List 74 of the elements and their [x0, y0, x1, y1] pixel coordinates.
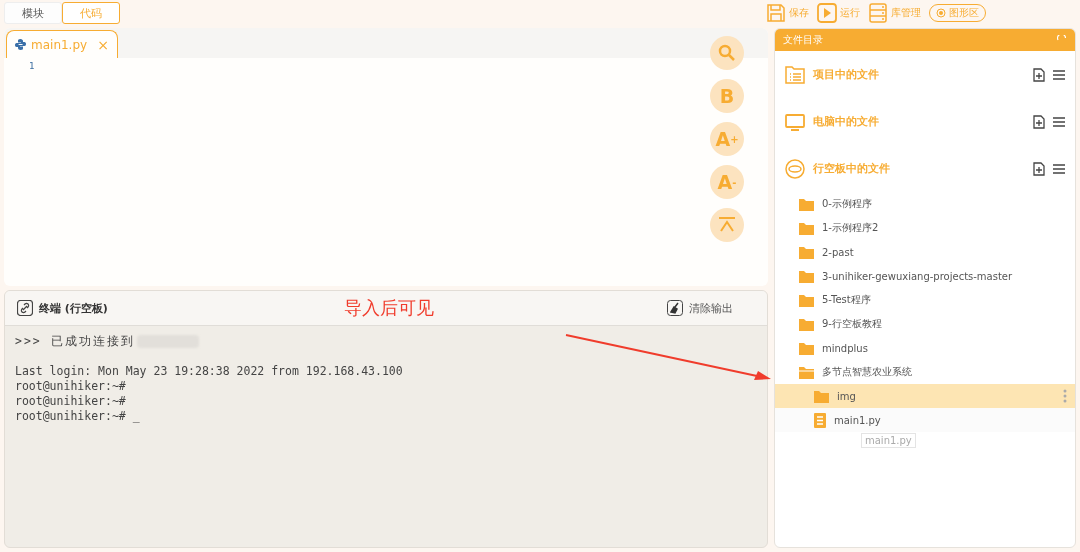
folder-icon — [799, 197, 814, 211]
open-folder-icon — [799, 365, 814, 379]
tree-row[interactable]: 0-示例程序 — [775, 192, 1075, 216]
terminal-line: >>> 已成功连接到 — [15, 334, 135, 349]
radio-dot-icon — [936, 8, 946, 18]
python-icon — [15, 39, 26, 50]
file-name: 2-past — [822, 246, 855, 258]
ring-icon — [785, 158, 805, 179]
broom-icon — [667, 300, 683, 316]
folder-icon — [799, 245, 814, 259]
folder-icon — [799, 269, 814, 283]
tree-row[interactable]: main1.py — [775, 408, 1075, 432]
file-section[interactable]: 电脑中的文件 — [775, 98, 1075, 145]
folder-icon — [799, 293, 814, 307]
scroll-top-icon — [718, 217, 736, 233]
font-decrease-button[interactable]: A$^{-}$ — [710, 165, 744, 199]
file-name: img — [837, 390, 857, 402]
selected-tree-row[interactable]: img — [775, 384, 1075, 408]
server-icon — [868, 3, 888, 23]
file-name: mindplus — [822, 342, 869, 354]
new-file-icon[interactable] — [1033, 161, 1045, 176]
bold-button[interactable]: B — [710, 79, 744, 113]
file-name: main1.py — [834, 414, 882, 426]
save-button[interactable]: 保存 — [766, 3, 809, 23]
library-button[interactable]: 库管理 — [868, 3, 921, 23]
folder-list-icon — [785, 65, 805, 84]
clear-output-button[interactable]: 清除输出 — [661, 299, 739, 317]
tree-row[interactable]: mindplus — [775, 336, 1075, 360]
mode-tab[interactable]: 模块 — [4, 2, 62, 24]
folder-icon — [799, 341, 814, 355]
folder-icon — [799, 221, 814, 235]
file-name: 多节点智慧农业系统 — [822, 365, 913, 379]
file-name: 9-行空板教程 — [822, 317, 883, 331]
link-icon — [17, 300, 33, 316]
tree-row[interactable]: 3-unihiker-gewuxiang-projects-master — [775, 264, 1075, 288]
file-name: 3-unihiker-gewuxiang-projects-master — [822, 270, 1014, 282]
folder-icon — [799, 317, 814, 331]
search-icon — [718, 44, 736, 62]
new-file-icon[interactable] — [1033, 114, 1045, 129]
file-name: 1-示例程序2 — [822, 221, 880, 235]
line-number: 1 — [28, 60, 36, 71]
monitor-icon — [785, 112, 805, 131]
file-section[interactable]: 项目中的文件 — [775, 51, 1075, 98]
play-icon — [817, 3, 837, 23]
font-increase-button[interactable]: A$^{+}$ — [710, 122, 744, 156]
terminal-line: root@unihiker:~# — [15, 394, 126, 409]
menu-icon[interactable] — [1053, 163, 1065, 174]
panel-title: 文件目录 — [783, 33, 823, 47]
terminal-title: 终端 (行空板) — [39, 300, 108, 316]
terminal-line: root@unihiker:~# _ — [15, 409, 140, 424]
annotation-text: 导入后可见 — [343, 296, 434, 320]
run-button[interactable]: 运行 — [817, 3, 860, 23]
section-title: 电脑中的文件 — [813, 114, 880, 129]
file-tab[interactable]: main1.py × — [6, 30, 118, 58]
folder-icon — [814, 389, 829, 403]
new-file-icon[interactable] — [1033, 67, 1045, 82]
tree-row[interactable]: 9-行空板教程 — [775, 312, 1075, 336]
tree-row[interactable]: 5-Test程序 — [775, 288, 1075, 312]
tree-row[interactable]: 2-past — [775, 240, 1075, 264]
terminal-line: Last login: Mon May 23 19:28:38 2022 from 192.168.43.100 — [15, 364, 403, 379]
file-name: 0-示例程序 — [822, 197, 873, 211]
menu-icon[interactable] — [1053, 116, 1065, 127]
section-title: 行空板中的文件 — [813, 161, 891, 176]
tree-row[interactable]: 多节点智慧农业系统 — [775, 360, 1075, 384]
file-name: 5-Test程序 — [822, 293, 872, 307]
terminal-line: root@unihiker:~# — [15, 379, 126, 394]
menu-icon[interactable] — [1053, 69, 1065, 80]
tree-row[interactable]: 1-示例程序2 — [775, 216, 1075, 240]
close-icon[interactable]: × — [97, 36, 109, 53]
file-section[interactable]: 行空板中的文件 — [775, 145, 1075, 192]
mode-tab[interactable]: 代码 — [62, 2, 120, 24]
drag-preview: main1.py — [861, 433, 916, 448]
file-icon — [814, 412, 826, 428]
section-title: 项目中的文件 — [813, 67, 880, 82]
